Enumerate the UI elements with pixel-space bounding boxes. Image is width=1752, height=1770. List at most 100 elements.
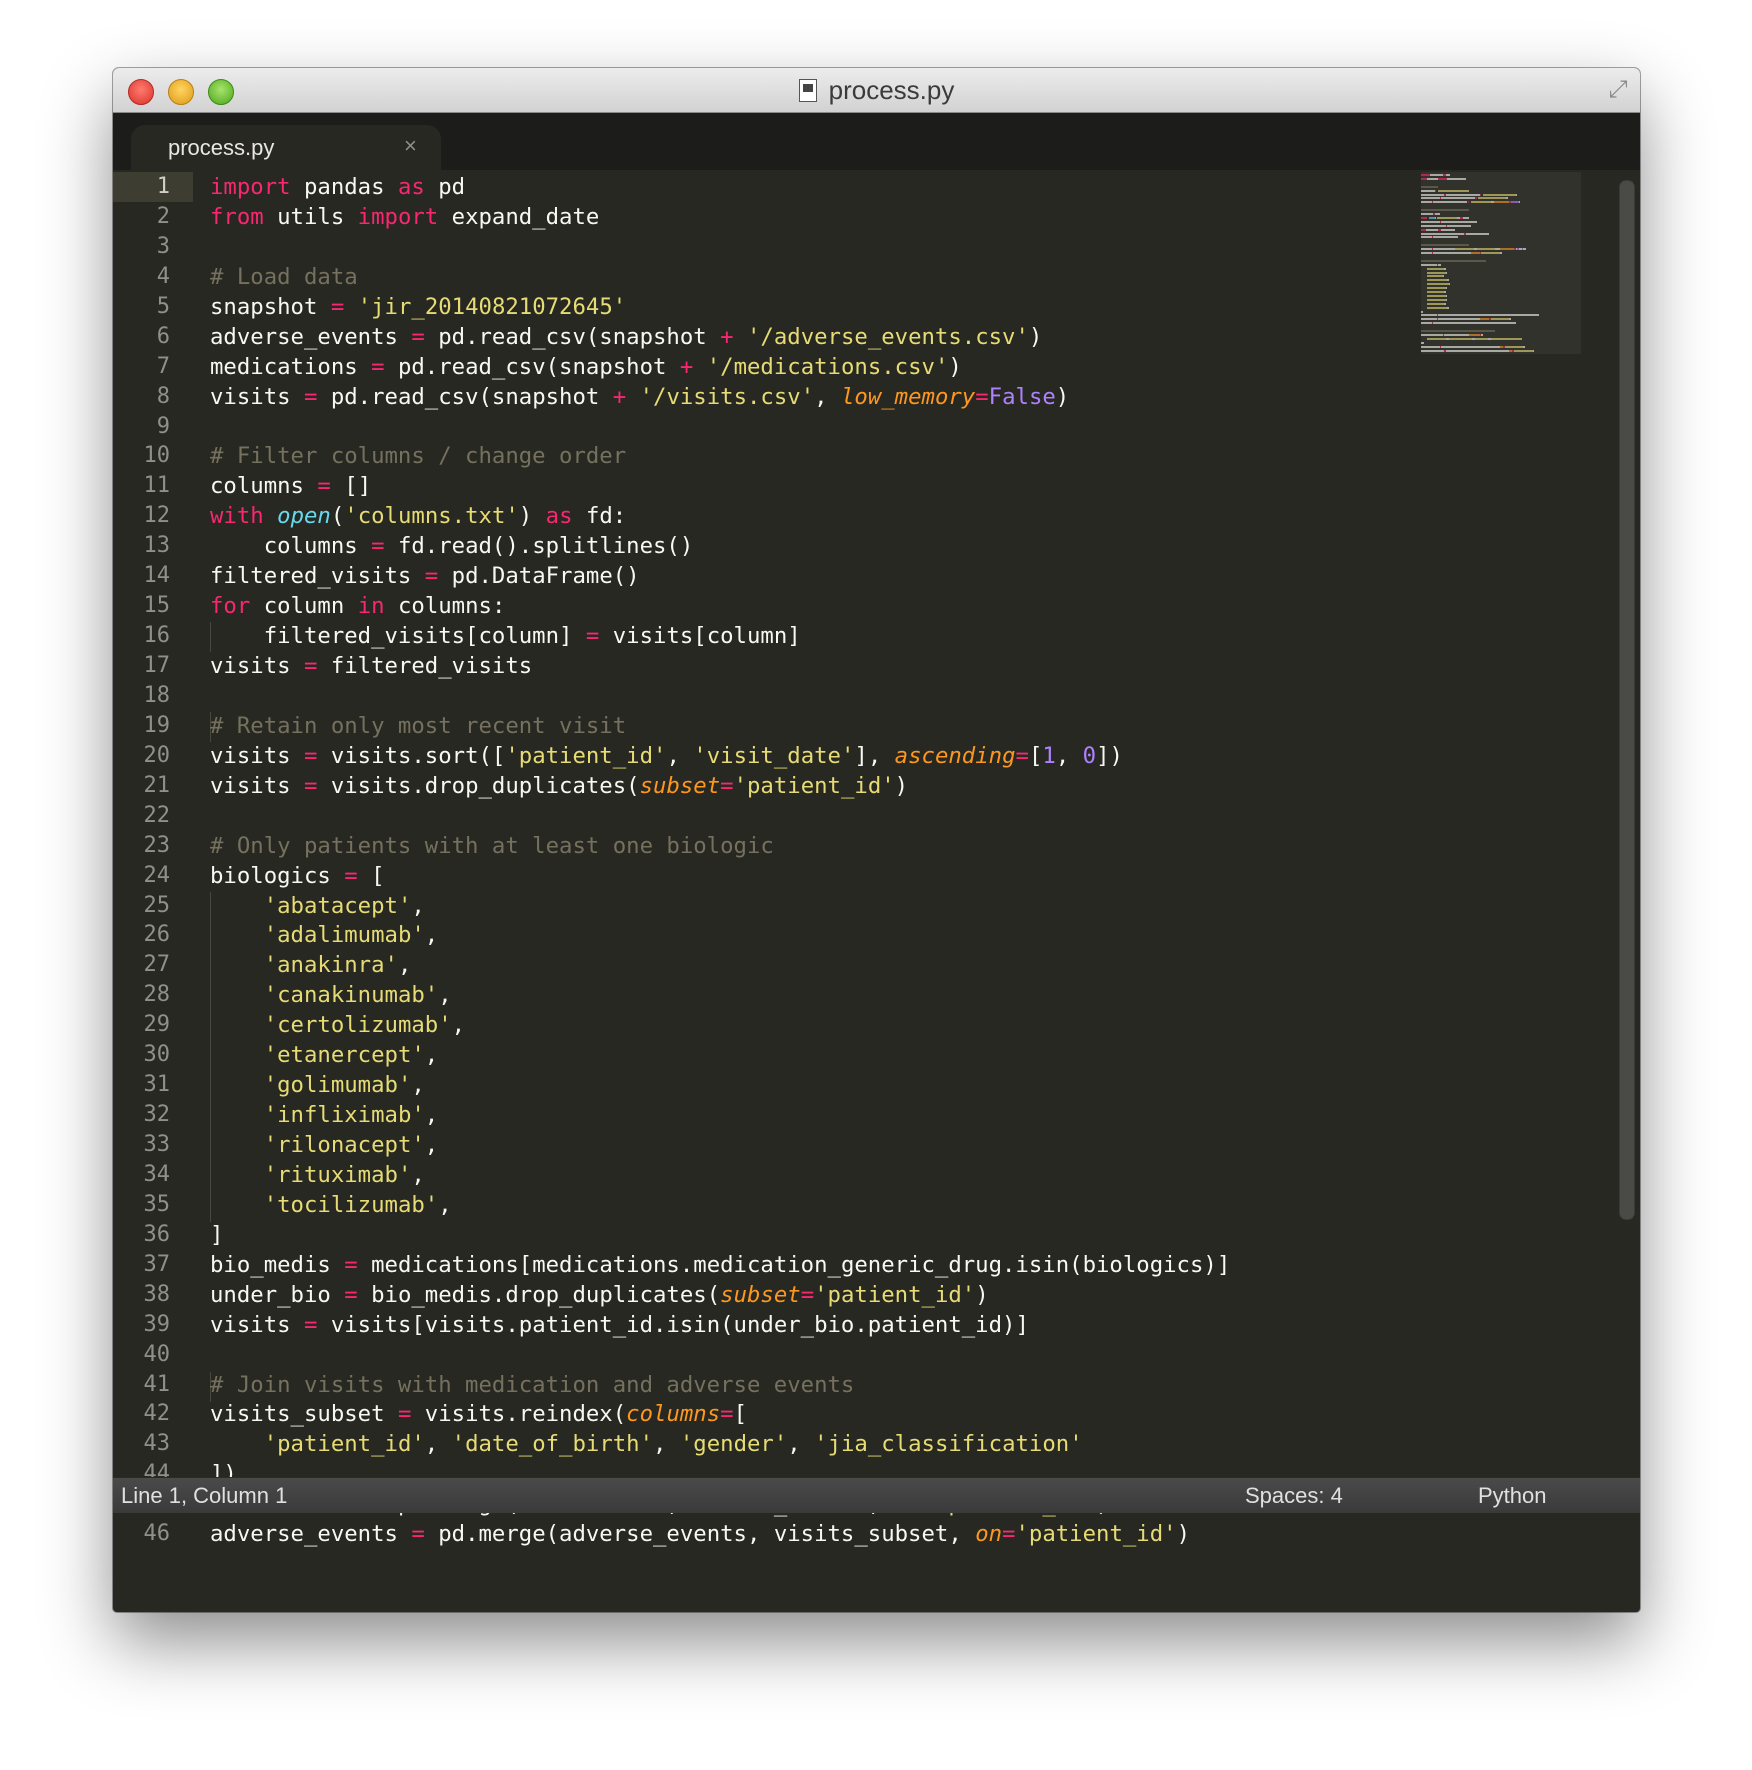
line-number: 28	[143, 982, 171, 1008]
code-line[interactable]: ]	[210, 1220, 1230, 1250]
code-line[interactable]: visits = pd.read_csv(snapshot + '/visits…	[210, 382, 1230, 412]
line-number: 7	[156, 353, 170, 379]
code-line[interactable]: # Retain only most recent visit	[210, 711, 1230, 741]
code-line[interactable]: 'abatacept',	[210, 891, 1230, 921]
code-line[interactable]: # Join visits with medication and advers…	[210, 1370, 1230, 1400]
code-line[interactable]: visits = visits.drop_duplicates(subset='…	[210, 771, 1230, 801]
token-text: ]	[210, 1221, 224, 1248]
token-text: ,	[411, 1161, 425, 1188]
code-line[interactable]: 'golimumab',	[210, 1070, 1230, 1100]
code-line[interactable]: # Load data	[210, 262, 1230, 292]
code-line[interactable]	[210, 801, 1230, 831]
code-line[interactable]: under_bio = bio_medis.drop_duplicates(su…	[210, 1280, 1230, 1310]
code-line[interactable]: visits = visits[visits.patient_id.isin(u…	[210, 1310, 1230, 1340]
code-line[interactable]: columns = fd.read().splitlines()	[210, 531, 1230, 561]
code-line[interactable]: 'certolizumab',	[210, 1010, 1230, 1040]
code-line[interactable]: # Filter columns / change order	[210, 441, 1230, 471]
code-line[interactable]: bio_medis = medications[medications.medi…	[210, 1250, 1230, 1280]
minimap-line	[1427, 302, 1445, 305]
line-number: 36	[143, 1221, 171, 1247]
token-text: adverse_events	[210, 323, 412, 350]
minimap-line	[1421, 349, 1445, 352]
token-string: 'patient_id'	[733, 772, 895, 799]
line-number-gutter: 1 2 3 4 5 6 7 8 9 10 11 12 13 14 15 16 17 18 19 20 21 22 23 24 2…	[113, 170, 193, 1546]
code-line[interactable]: 'rilonacept',	[210, 1130, 1230, 1160]
line-number: 41	[143, 1371, 171, 1397]
line-number: 25	[143, 892, 171, 918]
minimap-line	[1421, 259, 1487, 262]
code-line[interactable]: from utils import expand_date	[210, 202, 1230, 232]
code-line[interactable]: filtered_visits = pd.DataFrame()	[210, 561, 1230, 591]
minimap-line	[1421, 252, 1432, 254]
token-string: '/medications.csv'	[706, 353, 949, 380]
token-keyword: =	[371, 533, 385, 560]
token-text: ,	[411, 1072, 425, 1099]
code-line[interactable]: snapshot = 'jir_20140821072645'	[210, 292, 1230, 322]
minimap[interactable]	[1421, 172, 1581, 512]
token-keyword: =	[344, 1281, 358, 1308]
token-builtin: open	[277, 503, 331, 530]
token-keyword: +	[720, 323, 734, 350]
vertical-scrollbar[interactable]	[1610, 170, 1640, 1477]
code-line[interactable]: medications = pd.read_csv(snapshot + '/m…	[210, 352, 1230, 382]
cursor-position[interactable]: Line 1, Column 1	[121, 1483, 287, 1509]
code-line[interactable]: for column in columns:	[210, 591, 1230, 621]
token-comment: # Join visits with medication and advers…	[210, 1371, 855, 1398]
token-keyword: =	[371, 353, 385, 380]
token-text: bio_medis.drop_duplicates(	[357, 1281, 721, 1308]
syntax-selector[interactable]: Python	[1478, 1483, 1547, 1509]
minimap-line	[1421, 330, 1496, 332]
minimap-line	[1438, 318, 1480, 321]
minimap-line	[1510, 201, 1519, 204]
token-text: ,	[397, 952, 412, 979]
line-number: 4	[156, 263, 170, 289]
scrollbar-thumb[interactable]	[1619, 180, 1635, 1220]
token-text: filtered_visits	[210, 563, 425, 590]
token-text: under_bio	[210, 1281, 345, 1308]
token-text: columns	[210, 533, 372, 560]
code-line[interactable]: 'canakinumab',	[210, 980, 1230, 1010]
minimap-line	[1475, 337, 1488, 340]
code-line[interactable]	[210, 1340, 1230, 1370]
code-line[interactable]: adverse_events = pd.merge(adverse_events…	[210, 1519, 1230, 1549]
code-line[interactable]: 'anakinra',	[210, 950, 1230, 980]
token-string: 'jir_20140821072645'	[357, 293, 627, 320]
code-line[interactable]: filtered_visits[column] = visits[column]	[210, 621, 1230, 651]
code-line[interactable]: 'adalimumab',	[210, 920, 1230, 950]
code-line[interactable]	[210, 232, 1230, 262]
token-keyword: from	[210, 203, 264, 230]
code-editor[interactable]: 1 2 3 4 5 6 7 8 9 10 11 12 13 14 15 16 17 18 19 20 21 22 23 24 2…	[113, 170, 1640, 1547]
indentation-setting[interactable]: Spaces: 4	[1245, 1483, 1343, 1509]
code-line[interactable]: columns = []	[210, 471, 1230, 501]
code-line[interactable]: visits = filtered_visits	[210, 651, 1230, 681]
minimap-line	[1483, 193, 1516, 196]
code-line[interactable]: visits_subset = visits.reindex(columns=[	[210, 1399, 1230, 1429]
code-line[interactable]: biologics = [	[210, 861, 1230, 891]
minimap-line	[1447, 224, 1471, 227]
code-line[interactable]: adverse_events = pd.read_csv(snapshot + …	[210, 322, 1230, 352]
tab-process-py[interactable]: process.py ×	[131, 125, 441, 171]
token-keyword: =	[411, 1521, 425, 1548]
code-line[interactable]: 'etanercept',	[210, 1040, 1230, 1070]
code-line[interactable]: visits = visits.sort(['patient_id', 'vis…	[210, 741, 1230, 771]
code-line[interactable]: 'infliximab',	[210, 1100, 1230, 1130]
token-parameter: subset	[639, 772, 721, 799]
title-bar[interactable]: process.py ⤢	[113, 68, 1640, 113]
code-line[interactable]: 'rituximab',	[210, 1160, 1230, 1190]
code-line[interactable]: with open('columns.txt') as fd:	[210, 501, 1230, 531]
code-line[interactable]	[210, 681, 1230, 711]
fullscreen-icon[interactable]: ⤢	[1604, 76, 1632, 104]
code-line[interactable]: import pandas as pd	[210, 172, 1230, 202]
code-line[interactable]	[210, 412, 1230, 442]
minimap-line	[1470, 201, 1491, 204]
token-text: visits[visits.patient_id.isin(under_bio.…	[317, 1311, 1029, 1338]
close-icon[interactable]: ×	[404, 133, 417, 159]
code-line[interactable]: 'tocilizumab',	[210, 1190, 1230, 1220]
code-line[interactable]: 'patient_id', 'date_of_birth', 'gender',…	[210, 1429, 1230, 1459]
code-lines[interactable]: import pandas as pd from utils import exp…	[210, 172, 1230, 1549]
code-line[interactable]: # Only patients with at least one biolog…	[210, 831, 1230, 861]
token-text: visits_subset	[210, 1401, 398, 1428]
token-string: 'anakinra'	[263, 952, 398, 979]
